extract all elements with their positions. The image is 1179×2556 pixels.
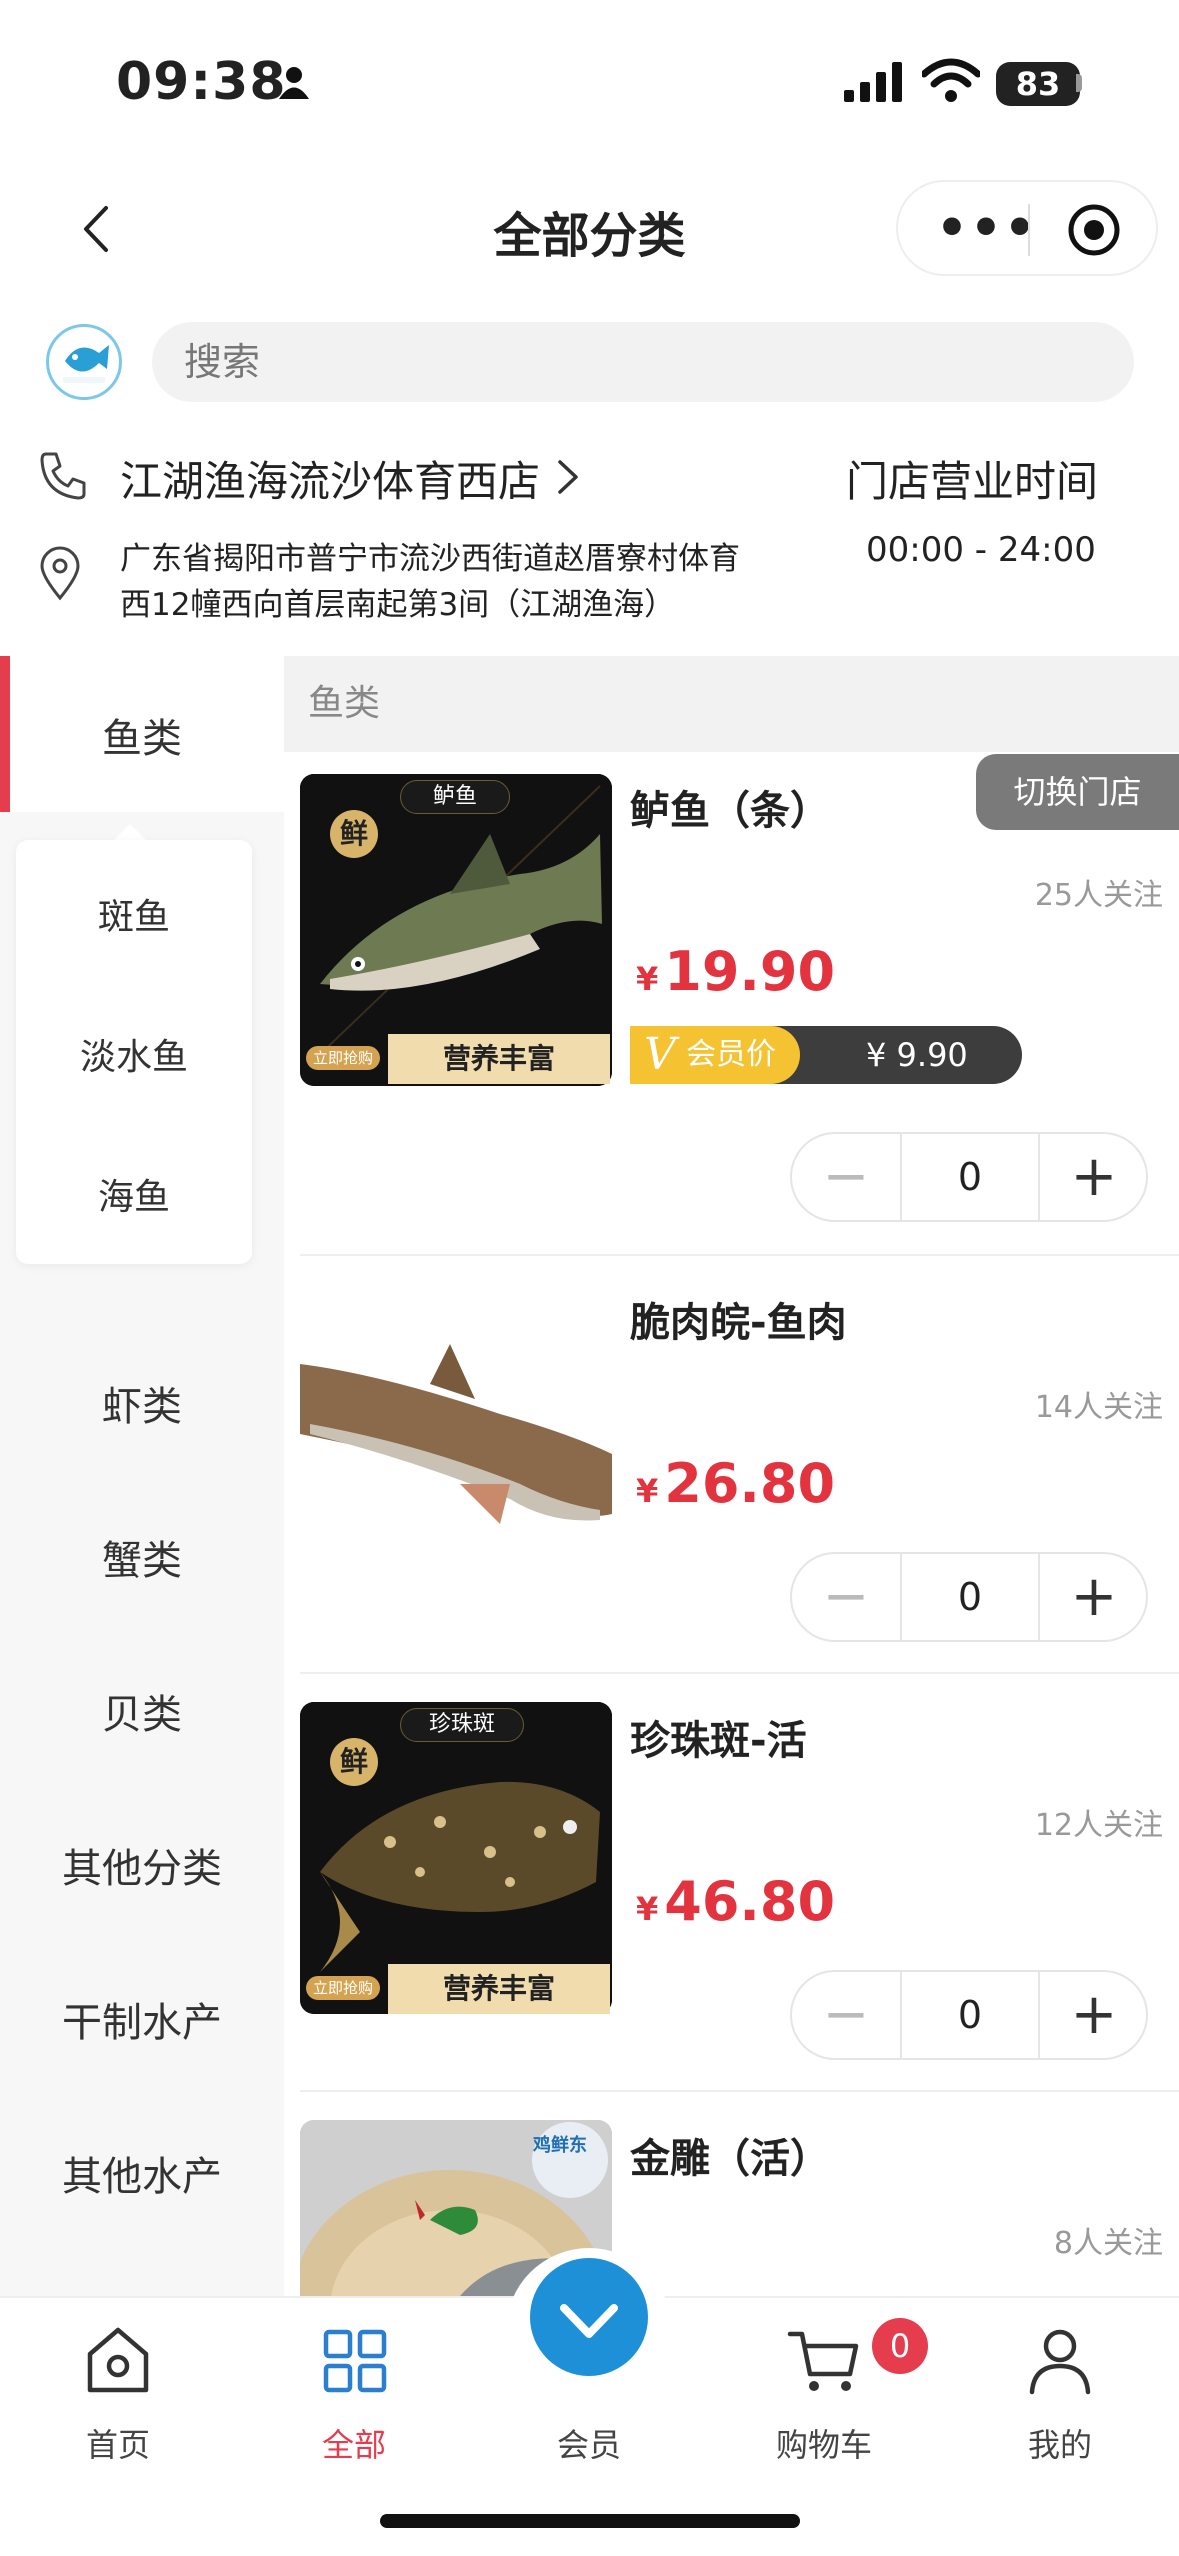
location-pin-icon [40, 546, 80, 601]
sidebar-item[interactable]: 蟹类 [0, 1528, 284, 1586]
cart-count-badge: 0 [872, 2318, 928, 2374]
product-price: ¥46.80 [636, 1870, 836, 1933]
member-price-label: 会员价 [686, 1037, 776, 1072]
user-icon [1029, 2329, 1091, 2395]
grid-icon [323, 2329, 387, 2393]
product-image-tag: 鲈鱼 [400, 780, 510, 814]
store-hours: 00:00 - 24:00 [866, 530, 1096, 570]
product-name[interactable]: 鲈鱼（条） [630, 778, 830, 836]
quantity-value[interactable]: 0 [900, 1134, 1040, 1220]
nutrition-banner: 营养丰富 [388, 1034, 610, 1084]
store-hours-label: 门店营业时间 [846, 457, 1099, 506]
quantity-stepper: − 0 + [790, 1552, 1148, 1642]
product-divider [300, 1254, 1179, 1256]
tab-me-label[interactable]: 我的 [980, 2420, 1140, 2466]
sidebar-item[interactable]: 干制水产 [0, 1990, 284, 2048]
mini-program-capsule: ••• [896, 180, 1158, 276]
store-name[interactable]: 江湖渔海流沙体育西店 [120, 448, 540, 509]
member-price-value: ¥ 9.90 [866, 1036, 968, 1074]
switch-store-button[interactable]: 切换门店 [976, 754, 1179, 830]
fresh-badge: 鲜 [330, 810, 378, 858]
plus-button[interactable]: + [1040, 1554, 1148, 1640]
fish-photo-icon [300, 1344, 612, 1524]
minus-button[interactable]: − [792, 1554, 900, 1640]
plus-button[interactable]: + [1040, 1972, 1148, 2058]
tab-cart-label[interactable]: 购物车 [744, 2420, 904, 2466]
more-button[interactable]: ••• [936, 203, 1038, 253]
sidebar-item[interactable]: 虾类 [0, 1374, 284, 1432]
diamond-icon [560, 2304, 618, 2338]
tab-home[interactable] [38, 2320, 198, 2404]
nutrition-banner: 营养丰富 [388, 1964, 610, 2014]
grab-now-tag: 立即抢购 [306, 1976, 380, 2000]
minus-button[interactable]: − [792, 1134, 900, 1220]
tab-me[interactable] [980, 2320, 1140, 2404]
tab-member-label[interactable]: 会员 [509, 2420, 669, 2466]
product-name[interactable]: 金雕（活） [630, 2126, 830, 2184]
person-icon [279, 67, 309, 99]
product-price: ¥26.80 [636, 1452, 836, 1515]
home-indicator [380, 2514, 800, 2528]
subcategory-item[interactable]: 海鱼 [16, 1168, 252, 1220]
battery-indicator: 83 [996, 62, 1080, 106]
wifi-icon [922, 58, 980, 102]
fresh-badge: 鲜 [330, 1738, 378, 1786]
phone-icon[interactable] [38, 450, 86, 500]
status-time: 09:38 [116, 52, 287, 112]
quantity-value[interactable]: 0 [900, 1554, 1040, 1640]
sidebar-item[interactable]: 其他分类 [0, 1836, 284, 1894]
product-image[interactable] [300, 1284, 612, 1596]
sidebar-item[interactable]: 贝类 [0, 1682, 284, 1740]
chevron-right-icon[interactable] [556, 458, 580, 496]
follow-count: 14人关注 [1034, 1390, 1163, 1425]
capsule-divider [1028, 204, 1030, 256]
subcategory-item[interactable]: 斑鱼 [16, 888, 252, 940]
member-tab-button[interactable] [530, 2258, 648, 2376]
battery-tip [1076, 74, 1082, 92]
minus-button[interactable]: − [792, 1972, 900, 2058]
quantity-stepper: − 0 + [790, 1132, 1148, 1222]
category-header: 鱼类 [284, 656, 1179, 752]
plus-button[interactable]: + [1040, 1134, 1148, 1220]
cart-icon [787, 2331, 859, 2391]
quantity-value[interactable]: 0 [900, 1972, 1040, 2058]
product-sticker: 鸡鲜东 [533, 2135, 587, 2156]
quantity-stepper: − 0 + [790, 1970, 1148, 2060]
subcategory-item[interactable]: 淡水鱼 [16, 1028, 252, 1080]
search-input[interactable]: 搜索 [152, 322, 1134, 402]
follow-count: 8人关注 [1053, 2226, 1163, 2261]
tab-all[interactable] [274, 2320, 434, 2404]
product-divider [300, 1672, 1179, 1674]
product-image-tag: 珍珠斑 [400, 1708, 524, 1742]
sidebar-item-fish[interactable]: 鱼类 [0, 706, 284, 764]
product-name[interactable]: 脆肉皖-鱼肉 [630, 1290, 847, 1348]
follow-count: 12人关注 [1034, 1808, 1163, 1843]
tab-all-label[interactable]: 全部 [274, 2420, 434, 2466]
fish-logo-icon [63, 345, 109, 383]
sidebar-item[interactable]: 其他水产 [0, 2144, 284, 2202]
follow-count: 25人关注 [1034, 878, 1163, 913]
store-logo [46, 324, 122, 400]
store-address: 广东省揭阳市普宁市流沙西街道赵厝寮村体育西12幢西向首层南起第3间（江湖渔海） [120, 541, 740, 623]
product-price: ¥19.90 [636, 940, 836, 1003]
product-name[interactable]: 珍珠斑-活 [630, 1708, 807, 1766]
product-divider [300, 2090, 1179, 2092]
close-target-icon[interactable] [1066, 202, 1122, 258]
tab-home-label[interactable]: 首页 [38, 2420, 198, 2466]
home-icon [87, 2327, 149, 2393]
signal-icon [844, 62, 902, 102]
member-price-bar: V 会员价 ¥ 9.90 [630, 1026, 1022, 1084]
grab-now-tag: 立即抢购 [306, 1046, 380, 1070]
vip-v-icon: V [644, 1029, 676, 1080]
